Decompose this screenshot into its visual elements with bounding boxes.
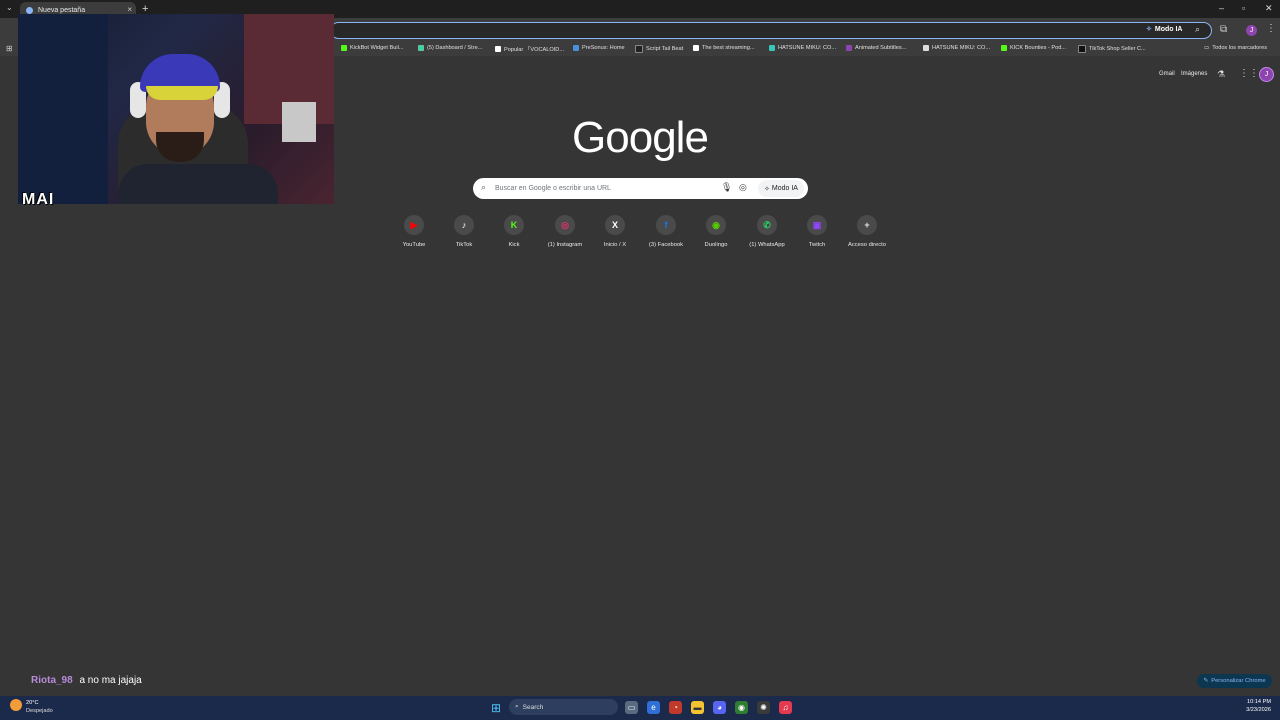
shortcut-twitch[interactable]: ▣ Twitch: [791, 215, 843, 248]
kick-icon: K: [504, 215, 524, 235]
bookmark-favicon-icon: [341, 45, 347, 51]
bookmark-favicon-icon: [846, 45, 852, 51]
bookmark-favicon-icon: [635, 45, 643, 53]
streamer-cap-brim: [146, 86, 218, 100]
close-window-icon[interactable]: ✕: [1265, 3, 1273, 14]
twitch-icon: ▣: [807, 215, 827, 235]
cam-logo-text: MAI: [22, 191, 55, 208]
folder-icon: ▭: [1204, 45, 1210, 51]
bookmark-favicon-icon: [495, 46, 501, 52]
bookmark-item[interactable]: TikTok Shop Seller C...: [1078, 45, 1146, 53]
bookmark-item[interactable]: KickBot Widget Buil...: [341, 45, 403, 51]
bookmark-favicon-icon: [418, 45, 424, 51]
facebook-icon: f: [656, 215, 676, 235]
plus-icon: +: [857, 215, 877, 235]
bookmark-item[interactable]: The best streaming...: [693, 45, 755, 51]
shortcut-whatsapp[interactable]: ✆ (1) WhatsApp: [741, 215, 793, 248]
weather-icon[interactable]: [10, 699, 22, 711]
bookmark-favicon-icon: [693, 45, 699, 51]
ai-sparkle-icon: ✧: [1146, 26, 1152, 33]
bookmark-item[interactable]: Script Tail Beat: [635, 45, 683, 53]
bookmark-item[interactable]: HATSUNE MIKU: CO...: [923, 45, 990, 51]
cam-prop: [282, 102, 316, 142]
modo-ia-omnibox-button[interactable]: ✧ Modo IA: [1146, 25, 1183, 34]
bookmark-item[interactable]: PreSonus: Home: [573, 45, 625, 51]
bookmark-favicon-icon: [573, 45, 579, 51]
tab-title: Nueva pestaña: [38, 6, 86, 14]
youtube-icon: ▶: [404, 215, 424, 235]
shortcut-x[interactable]: X Inicio / X: [589, 215, 641, 248]
webcam-overlay: [18, 14, 334, 204]
shortcut-youtube[interactable]: ▶ YouTube: [388, 215, 440, 248]
microphone-icon[interactable]: 🎙︎: [721, 182, 732, 193]
images-link[interactable]: Imágenes: [1181, 71, 1207, 77]
gmail-link[interactable]: Gmail: [1159, 71, 1175, 77]
google-lens-icon[interactable]: ◎: [739, 182, 747, 193]
tab-search-chevron-icon[interactable]: ⌄: [6, 3, 13, 12]
shortcut-facebook[interactable]: f (3) Facebook: [640, 215, 692, 248]
modo-ia-label: Modo IA: [1154, 25, 1183, 33]
tiktok-icon: ♪: [454, 215, 474, 235]
x-icon: X: [605, 215, 625, 235]
bookmark-favicon-icon: [1001, 45, 1007, 51]
duolingo-icon: ◉: [706, 215, 726, 235]
bookmark-item[interactable]: (5) Dashboard / Stre...: [418, 45, 482, 51]
bookmark-item[interactable]: Popular 「VOCALOID...: [495, 45, 564, 53]
discord-icon[interactable]: ◕: [713, 701, 726, 714]
apps-grid-icon[interactable]: ⊞: [6, 44, 13, 53]
chrome-tab-icon: [26, 6, 33, 14]
bookmark-favicon-icon: [923, 45, 929, 51]
all-bookmarks-folder[interactable]: ▭ Todos los marcadores: [1204, 45, 1267, 51]
instagram-icon: ◎: [555, 215, 575, 235]
profile-avatar[interactable]: J: [1246, 25, 1257, 36]
app-icon[interactable]: ◔: [669, 701, 682, 714]
task-view-icon[interactable]: ▭: [625, 701, 638, 714]
account-avatar[interactable]: J: [1259, 67, 1274, 82]
menu-kebab-icon[interactable]: ⋮: [1266, 23, 1276, 34]
windows-taskbar: [0, 696, 1280, 720]
taskbar-search[interactable]: ⌕ Search: [509, 699, 618, 715]
openai-icon[interactable]: ✺: [757, 701, 770, 714]
search-icon: ⌕: [515, 703, 519, 710]
bookmark-item[interactable]: HATSUNE MIKU: CO...: [769, 45, 836, 51]
address-bar[interactable]: [330, 22, 1212, 39]
shortcut-add[interactable]: + Acceso directo: [841, 215, 893, 248]
chat-username: Riota_98: [31, 675, 73, 686]
weather-temperature[interactable]: 20°C: [26, 700, 39, 706]
modo-ia-button[interactable]: ✧ Modo IA: [758, 180, 804, 197]
ai-sparkle-icon: ✧: [764, 185, 770, 193]
whatsapp-icon: ✆: [757, 215, 777, 235]
edge-icon[interactable]: e: [647, 701, 660, 714]
extensions-icon[interactable]: ⧉: [1220, 24, 1227, 35]
bookmark-favicon-icon: [769, 45, 775, 51]
bookmark-item[interactable]: KICK Bounties - Pod...: [1001, 45, 1066, 51]
music-icon[interactable]: ♫: [779, 701, 792, 714]
maximize-icon[interactable]: ▫: [1242, 3, 1245, 13]
shortcut-duolingo[interactable]: ◉ Duolingo: [690, 215, 742, 248]
search-input[interactable]: Buscar en Google o escribir una URL: [495, 185, 611, 192]
shortcut-instagram[interactable]: ◎ (1) Instagram: [539, 215, 591, 248]
shortcut-kick[interactable]: K Kick: [488, 215, 540, 248]
clock-date[interactable]: 3/23/2026: [1238, 707, 1271, 713]
chat-message: Riota_98 a no ma jajaja: [31, 675, 142, 686]
close-tab-icon[interactable]: ×: [127, 5, 132, 14]
customize-chrome-button[interactable]: ✎ Personalizar Chrome: [1197, 674, 1272, 688]
weather-condition[interactable]: Despejado: [26, 708, 53, 714]
search-icon[interactable]: ⌕: [1195, 24, 1200, 35]
bookmark-item[interactable]: Animated Subtitles...: [846, 45, 906, 51]
chrome-icon[interactable]: ◉: [735, 701, 748, 714]
shortcut-tiktok[interactable]: ♪ TikTok: [438, 215, 490, 248]
labs-flask-icon[interactable]: ⚗: [1217, 69, 1225, 80]
clock-time[interactable]: 10:14 PM: [1245, 699, 1271, 705]
file-explorer-icon[interactable]: ▬: [691, 701, 704, 714]
chat-text: a no ma jajaja: [79, 675, 142, 686]
cam-background: [18, 14, 108, 204]
windows-start-icon[interactable]: ⊞: [491, 701, 501, 715]
search-icon: ⌕: [481, 182, 487, 192]
streamer-shirt: [118, 164, 278, 204]
minimize-icon[interactable]: –: [1219, 3, 1224, 13]
bookmark-favicon-icon: [1078, 45, 1086, 53]
pencil-icon: ✎: [1203, 678, 1209, 684]
